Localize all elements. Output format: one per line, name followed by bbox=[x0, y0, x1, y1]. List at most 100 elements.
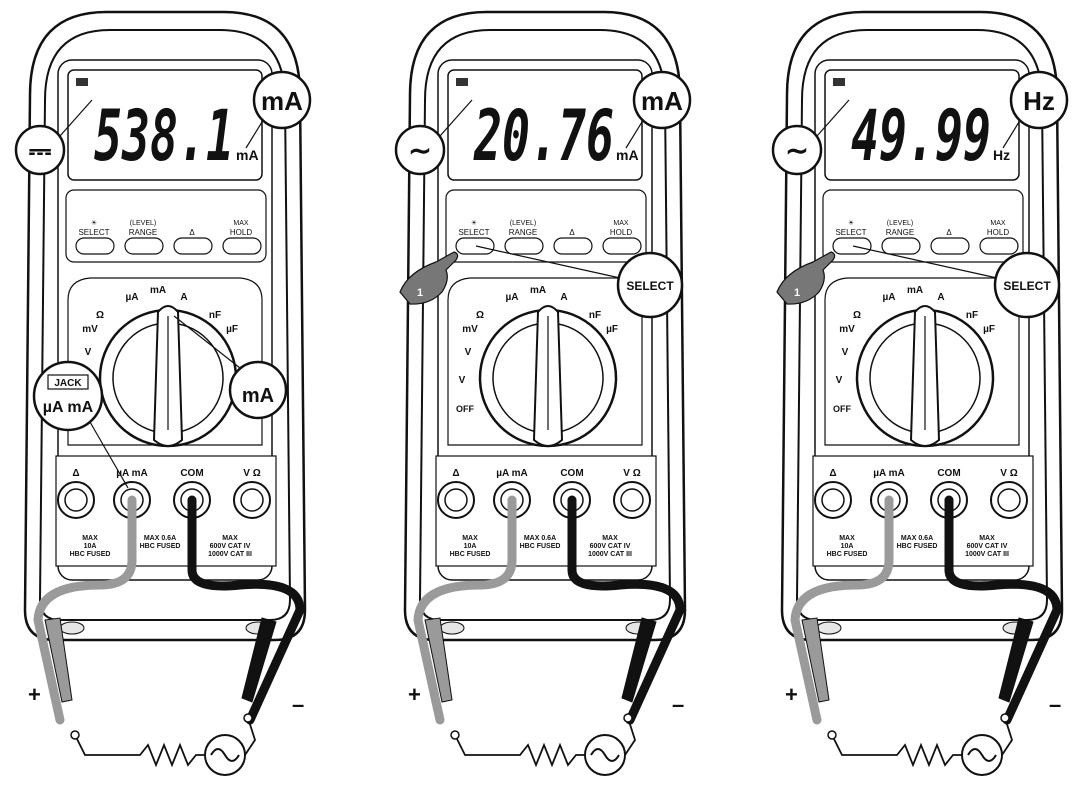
button-label-3: Δ bbox=[189, 228, 195, 237]
terminal-label-2: µA mA bbox=[496, 468, 528, 479]
terminal-rating-3-3: 1000V CAT III bbox=[588, 551, 632, 558]
polarity-plus: + bbox=[28, 682, 41, 707]
button-2 bbox=[124, 237, 164, 255]
button-label-1: SELECT bbox=[78, 228, 109, 237]
terminal-rating-3-3: 1000V CAT III bbox=[965, 551, 1009, 558]
terminal-rating-1-3: HBC FUSED bbox=[827, 551, 868, 558]
button-label-4: HOLD bbox=[987, 228, 1009, 237]
dial-label-4: Ω bbox=[476, 310, 484, 321]
terminal-rating-3-1: MAX bbox=[602, 535, 618, 542]
polarity-plus: + bbox=[408, 682, 421, 707]
terminal-label-3: COM bbox=[937, 468, 960, 479]
jack-callout bbox=[32, 360, 104, 432]
lcd-indicator bbox=[833, 78, 845, 86]
terminal-rating-2-1: MAX 0.6A bbox=[144, 535, 176, 542]
terminal-rating-1-1: MAX bbox=[839, 535, 855, 542]
circuit-wire bbox=[1001, 717, 1013, 756]
lcd-indicator bbox=[456, 78, 468, 86]
dial-label-3: A bbox=[180, 292, 187, 303]
button-top-label-1: ☀ bbox=[91, 219, 97, 227]
dial-label-7: V bbox=[459, 375, 466, 386]
select-callout-label: SELECT bbox=[1003, 279, 1051, 293]
terminal-label-3: COM bbox=[180, 468, 203, 479]
terminal-jack-inner-4 bbox=[240, 488, 264, 512]
resistor bbox=[74, 734, 205, 768]
button-2 bbox=[504, 237, 544, 255]
polarity-minus: – bbox=[292, 692, 304, 717]
dial-label-9: nF bbox=[966, 310, 978, 321]
terminal-rating-1-3: HBC FUSED bbox=[70, 551, 111, 558]
multimeter-2: 20.76 mA∼mA☀SELECT(LEVEL)RANGE ΔMAXHOLDµAm… bbox=[394, 10, 692, 776]
terminal-label-4: V Ω bbox=[1000, 468, 1017, 479]
unit-callout-label: Hz bbox=[1023, 86, 1055, 116]
button-top-label-1: ☀ bbox=[471, 219, 477, 227]
meter-foot-left bbox=[816, 621, 842, 635]
terminal-label-2: µA mA bbox=[873, 468, 905, 479]
mode-symbol: ∼ bbox=[785, 135, 808, 166]
dial-label-1: µA bbox=[883, 292, 896, 303]
dial-label-9: nF bbox=[589, 310, 601, 321]
button-top-label-1: ☀ bbox=[848, 219, 854, 227]
dial-label-5: mV bbox=[462, 324, 478, 335]
dial-label-2: mA bbox=[150, 285, 166, 296]
dial-label-4: Ω bbox=[853, 310, 861, 321]
circuit-wire bbox=[624, 717, 636, 756]
terminal-rating-3-3: 1000V CAT III bbox=[208, 551, 252, 558]
terminal-label-1: Δ bbox=[829, 468, 836, 479]
terminal-rating-3-2: 600V CAT IV bbox=[590, 543, 631, 550]
dial-label-2: mA bbox=[530, 285, 546, 296]
terminal-rating-1-1: MAX bbox=[82, 535, 98, 542]
unit-callout-label: mA bbox=[261, 86, 303, 116]
lcd-reading: 49.99 bbox=[851, 95, 991, 177]
meter-foot-left bbox=[59, 621, 85, 635]
dial-callout-label: mA bbox=[242, 385, 274, 407]
terminal-jack-inner-1 bbox=[821, 488, 845, 512]
button-4 bbox=[979, 237, 1019, 255]
button-3 bbox=[173, 237, 213, 255]
mode-symbol: ∼ bbox=[408, 135, 431, 166]
dial-label-3: A bbox=[937, 292, 944, 303]
mode-symbol: ⎓ bbox=[29, 135, 51, 166]
terminal-label-4: V Ω bbox=[243, 468, 260, 479]
terminal-label-4: V Ω bbox=[623, 468, 640, 479]
dial-label-6: V bbox=[842, 347, 849, 358]
dial-label-10: µF bbox=[983, 324, 995, 335]
button-4 bbox=[602, 237, 642, 255]
button-label-2: RANGE bbox=[886, 228, 914, 237]
circuit-node-right bbox=[623, 713, 633, 723]
unit-callout-label: mA bbox=[641, 86, 683, 116]
polarity-plus: + bbox=[785, 682, 798, 707]
button-top-label-4: MAX bbox=[990, 220, 1006, 227]
dial-label-8: OFF bbox=[456, 404, 474, 414]
multimeter-3: 49.99 Hz∼Hz☀SELECT(LEVEL)RANGE ΔMAXHOLDµAm… bbox=[771, 10, 1069, 776]
circuit-node-left bbox=[450, 730, 460, 740]
button-label-1: SELECT bbox=[835, 228, 866, 237]
terminal-rating-2-2: HBC FUSED bbox=[520, 543, 561, 550]
terminal-rating-1-2: 10A bbox=[84, 543, 97, 550]
terminal-jack-inner-4 bbox=[620, 488, 644, 512]
jack-callout-title: JACK bbox=[54, 378, 82, 389]
terminal-jack-inner-1 bbox=[64, 488, 88, 512]
dial-label-8: OFF bbox=[833, 404, 851, 414]
button-3 bbox=[930, 237, 970, 255]
button-label-2: RANGE bbox=[509, 228, 537, 237]
terminal-rating-2-2: HBC FUSED bbox=[897, 543, 938, 550]
button-1 bbox=[832, 237, 872, 255]
press-step-number: 1 bbox=[417, 287, 423, 299]
select-callout-label: SELECT bbox=[626, 279, 674, 293]
dial-label-1: µA bbox=[506, 292, 519, 303]
dial-label-5: mV bbox=[82, 324, 98, 335]
terminal-rating-3-2: 600V CAT IV bbox=[210, 543, 251, 550]
button-top-label-4: MAX bbox=[233, 220, 249, 227]
dial-label-3: A bbox=[560, 292, 567, 303]
terminal-jack-inner-4 bbox=[997, 488, 1021, 512]
button-3 bbox=[553, 237, 593, 255]
terminal-rating-1-1: MAX bbox=[462, 535, 478, 542]
meter-foot-left bbox=[439, 621, 465, 635]
circuit-node-left bbox=[70, 730, 80, 740]
multimeter-diagram: 538.1 mA⎓mA☀SELECT(LEVEL)RANGE ΔMAXHOLDµAm… bbox=[14, 10, 1069, 776]
polarity-minus: – bbox=[1049, 692, 1061, 717]
dial-label-10: µF bbox=[226, 324, 238, 335]
button-1 bbox=[455, 237, 495, 255]
lcd-reading: 538.1 bbox=[94, 95, 234, 177]
